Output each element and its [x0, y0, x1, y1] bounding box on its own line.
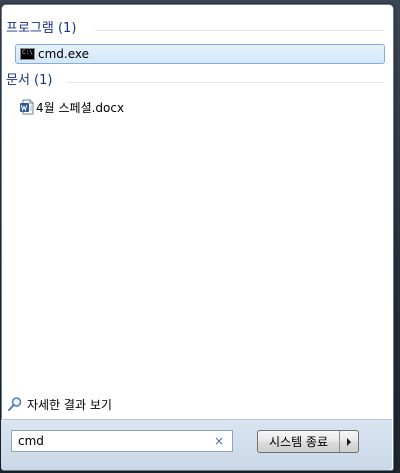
clear-x-icon[interactable]: ×	[212, 434, 226, 448]
group-header-documents: 문서 (1)	[6, 73, 53, 88]
search-input[interactable]	[12, 432, 212, 450]
group-divider-documents	[66, 82, 384, 83]
search-box: ×	[11, 430, 233, 452]
shutdown-button[interactable]: 시스템 종료	[258, 431, 340, 452]
group-divider-programs	[95, 30, 384, 31]
result-item-label: 4월 스페셜.docx	[36, 100, 125, 115]
shutdown-options-button[interactable]	[340, 431, 358, 452]
right-arrow-icon	[347, 437, 351, 446]
see-more-results-link[interactable]: 자세한 결과 보기	[7, 394, 112, 414]
result-item-document[interactable]: 4월 스페셜.docx	[15, 97, 385, 117]
result-item-label: cmd.exe	[38, 47, 90, 61]
group-header-programs: 프로그램 (1)	[6, 21, 77, 36]
result-item-cmd[interactable]: C:\ cmd.exe	[15, 44, 385, 64]
word-document-icon	[20, 99, 34, 115]
magnifier-icon	[8, 397, 22, 411]
see-more-label: 자세한 결과 보기	[27, 397, 112, 412]
cmd-icon: C:\	[20, 48, 35, 60]
shutdown-split-button: 시스템 종료	[257, 430, 359, 453]
